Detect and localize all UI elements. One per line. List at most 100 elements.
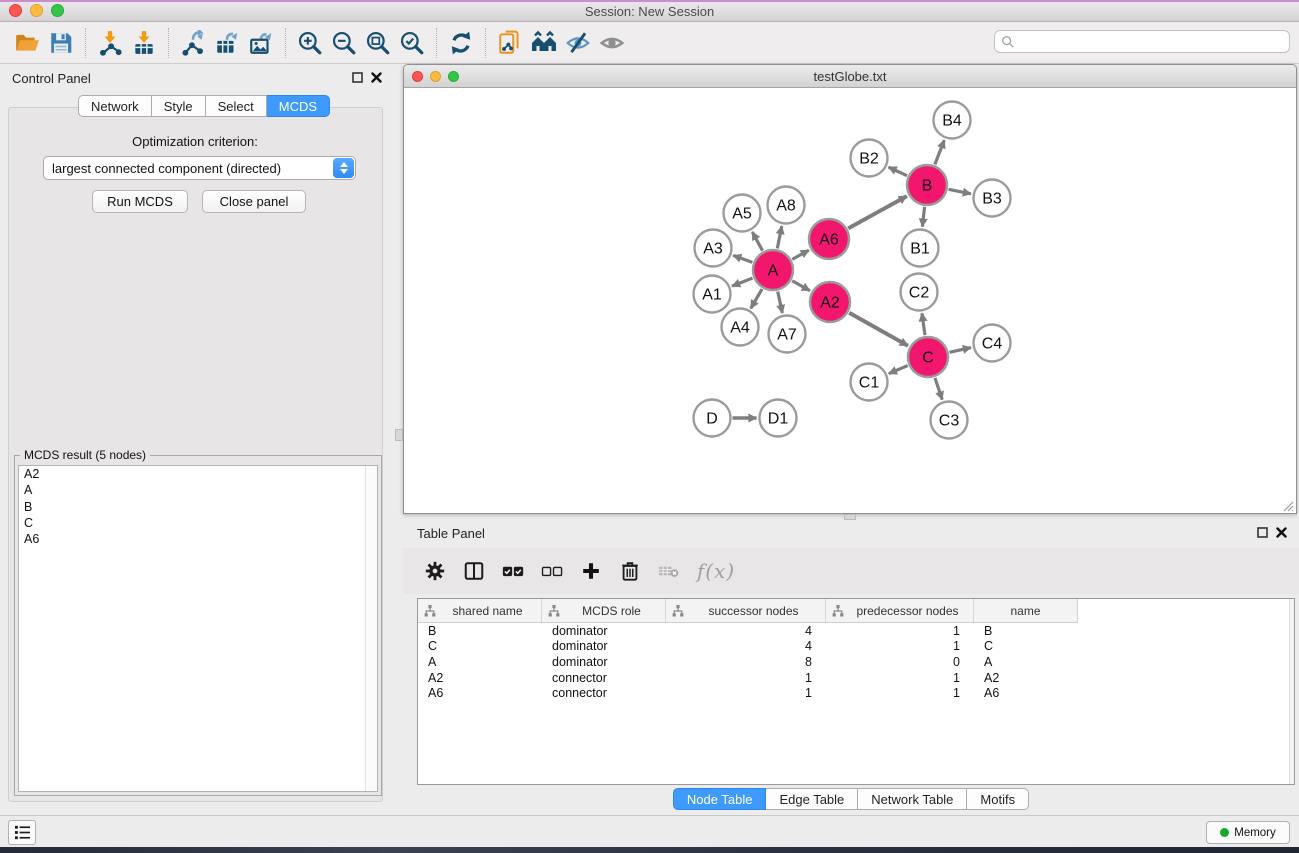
edge-C-C2[interactable] xyxy=(922,313,925,335)
close-panel-icon[interactable] xyxy=(371,72,382,83)
mcds-result-item[interactable]: C xyxy=(19,515,377,531)
close-table-panel-icon[interactable] xyxy=(1276,527,1287,538)
export-network-button[interactable] xyxy=(176,26,210,60)
column-header-mcds-role[interactable]: MCDS role xyxy=(542,599,666,623)
refresh-icon xyxy=(448,30,474,56)
table-cell: dominator xyxy=(542,624,666,638)
birds-eye-view-button[interactable] xyxy=(595,26,629,60)
search-field[interactable] xyxy=(994,30,1290,53)
edge-A-A6[interactable] xyxy=(792,250,809,259)
import-table-button[interactable] xyxy=(127,26,161,60)
tab-mcds[interactable]: MCDS xyxy=(267,95,330,117)
column-header-name[interactable]: name xyxy=(974,599,1078,623)
table-scrollbar[interactable] xyxy=(1289,599,1294,784)
add-column-button[interactable] xyxy=(579,559,603,583)
graph-node-label: A xyxy=(768,263,779,280)
edge-A6-B[interactable] xyxy=(848,196,907,228)
edge-B-B2[interactable] xyxy=(888,167,907,176)
run-mcds-button[interactable]: Run MCDS xyxy=(92,190,188,213)
resize-grip-icon[interactable] xyxy=(1282,499,1294,511)
graph-node-label: D xyxy=(706,411,718,428)
table-cell: C xyxy=(974,639,1078,653)
hide-graphics-details-button[interactable] xyxy=(561,26,595,60)
table-options-button[interactable] xyxy=(423,559,447,583)
task-history-button[interactable] xyxy=(8,820,36,845)
network-window-titlebar[interactable]: testGlobe.txt xyxy=(404,65,1296,88)
graph-node-label: B xyxy=(922,178,933,195)
edge-A-A3[interactable] xyxy=(733,255,752,262)
mcds-result-item[interactable]: A2 xyxy=(19,466,377,482)
criterion-dropdown[interactable]: largest connected component (directed) xyxy=(43,156,356,180)
tab-edge-table[interactable]: Edge Table xyxy=(766,788,858,810)
table-row[interactable]: A6connector11A6 xyxy=(418,685,1294,701)
table-body: Bdominator41BCdominator41CAdominator80AA… xyxy=(418,623,1294,701)
edge-C-C1[interactable] xyxy=(889,366,908,374)
search-icon xyxy=(1001,35,1015,49)
column-label: successor nodes xyxy=(686,604,821,618)
zoom-selected-button[interactable] xyxy=(395,26,429,60)
dropdown-stepper-icon xyxy=(333,158,354,178)
deselect-all-button[interactable] xyxy=(540,559,564,583)
edge-A-A7[interactable] xyxy=(778,291,783,313)
zoom-fit-button[interactable] xyxy=(361,26,395,60)
mcds-result-list: A2ABCA6 xyxy=(18,465,378,792)
float-table-panel-icon[interactable] xyxy=(1257,527,1268,538)
zoom-out-button[interactable] xyxy=(327,26,361,60)
tab-network[interactable]: Network xyxy=(78,95,152,117)
open-network-file-button[interactable] xyxy=(493,26,527,60)
tab-motifs[interactable]: Motifs xyxy=(967,788,1029,810)
column-header-successor-nodes[interactable]: successor nodes xyxy=(666,599,826,623)
graph-node-label: B1 xyxy=(910,241,930,258)
table-row[interactable]: Cdominator41C xyxy=(418,639,1294,655)
delete-column-button[interactable] xyxy=(618,559,642,583)
close-panel-button[interactable]: Close panel xyxy=(202,190,306,213)
graph-node-label: C2 xyxy=(909,285,930,302)
edge-A2-C[interactable] xyxy=(849,313,908,346)
delete-table-button[interactable] xyxy=(657,559,681,583)
refresh-button[interactable] xyxy=(444,26,478,60)
graph-node-label: D1 xyxy=(768,411,789,428)
table-cell: dominator xyxy=(542,655,666,669)
result-scrollbar[interactable] xyxy=(365,466,377,791)
edge-A-A8[interactable] xyxy=(777,226,781,248)
tab-style[interactable]: Style xyxy=(152,95,206,117)
save-session-button[interactable] xyxy=(44,26,78,60)
table-row[interactable]: Bdominator41B xyxy=(418,623,1294,639)
mcds-result-item[interactable]: B xyxy=(19,499,377,515)
float-panel-icon[interactable] xyxy=(352,72,363,83)
delete-table-icon xyxy=(658,560,680,582)
function-builder-button[interactable]: f(x) xyxy=(696,559,736,583)
edge-C-C4[interactable] xyxy=(949,348,971,353)
edge-B-B3[interactable] xyxy=(949,189,971,193)
edge-C-C3[interactable] xyxy=(935,378,942,400)
edge-B-B4[interactable] xyxy=(935,140,944,164)
edge-A-A5[interactable] xyxy=(752,232,762,251)
tab-select[interactable]: Select xyxy=(206,95,267,117)
network-canvas[interactable]: B4B2BB3B1A5A8A6A3AA1C2A2A4A7C4CC1C3DD1 xyxy=(404,88,1296,513)
edge-A-A2[interactable] xyxy=(792,281,810,291)
mcds-result-item[interactable]: A6 xyxy=(19,531,377,547)
home-layout-button[interactable] xyxy=(527,26,561,60)
export-table-button[interactable] xyxy=(210,26,244,60)
tab-node-table[interactable]: Node Table xyxy=(673,788,767,810)
edge-A-A4[interactable] xyxy=(751,289,762,308)
select-all-button[interactable] xyxy=(501,559,525,583)
splitter-handle[interactable] xyxy=(395,429,403,441)
open-file-button[interactable] xyxy=(10,26,44,60)
table-row[interactable]: A2connector11A2 xyxy=(418,670,1294,686)
table-row[interactable]: Adominator80A xyxy=(418,654,1294,670)
mcds-result-item[interactable]: A xyxy=(19,482,377,498)
cytoscape-window: Session: New Session xyxy=(0,0,1299,853)
edge-B-B1[interactable] xyxy=(922,207,924,227)
edge-A-A1[interactable] xyxy=(732,278,753,286)
column-header-predecessor-nodes[interactable]: predecessor nodes xyxy=(826,599,974,623)
column-header-shared-name[interactable]: shared name xyxy=(418,599,542,623)
import-network-button[interactable] xyxy=(93,26,127,60)
memory-button[interactable]: Memory xyxy=(1206,821,1290,844)
search-input[interactable] xyxy=(1015,31,1289,52)
zoom-in-button[interactable] xyxy=(293,26,327,60)
export-image-button[interactable] xyxy=(244,26,278,60)
graph-node-label: B4 xyxy=(942,113,962,130)
show-columns-button[interactable] xyxy=(462,559,486,583)
tab-network-table[interactable]: Network Table xyxy=(858,788,967,810)
